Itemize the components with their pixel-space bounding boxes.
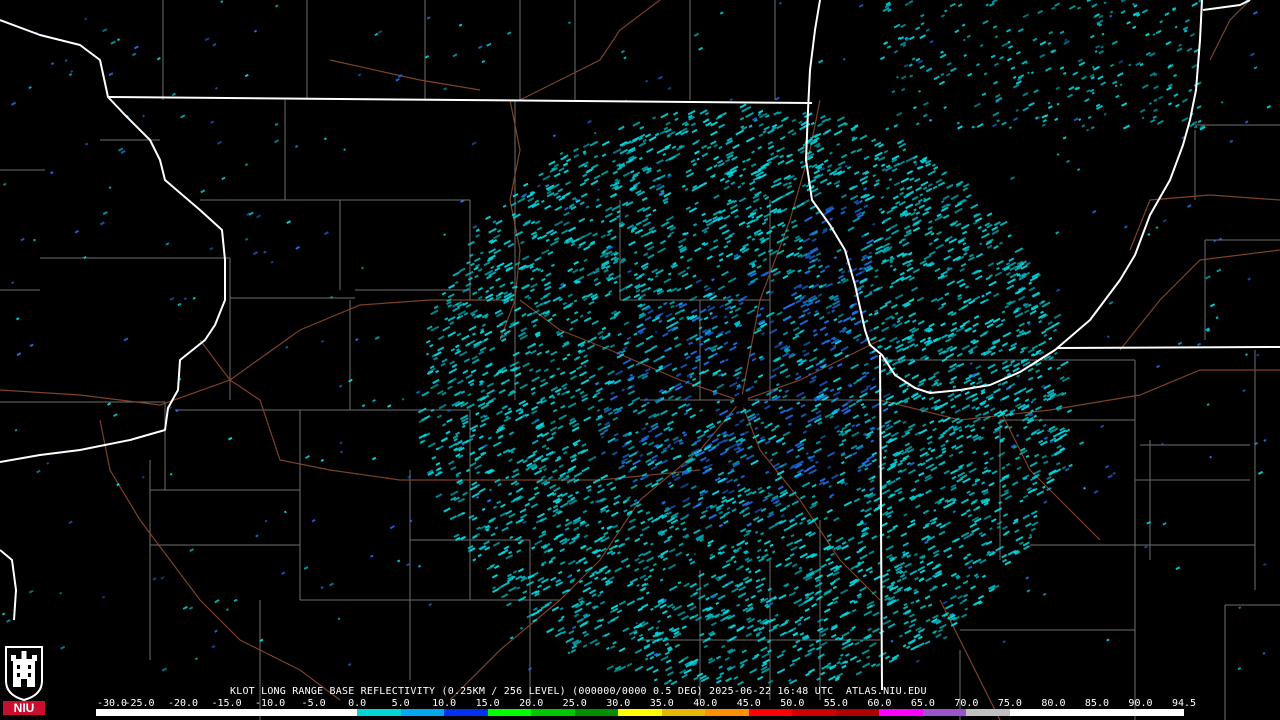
legend-tick-label: 10.0: [432, 698, 457, 709]
niu-castle-shield-icon: [5, 646, 43, 702]
legend-tick-label: 30.0: [606, 698, 631, 709]
legend-tick-label: 60.0: [867, 698, 892, 709]
legend-color-segment: [531, 709, 575, 716]
legend-color-segment: [792, 709, 836, 716]
legend-tick-label: 45.0: [736, 698, 761, 709]
legend-tick-label: 55.0: [823, 698, 848, 709]
legend-colorbar: [96, 709, 1184, 716]
product-caption: KLOT LONG RANGE BASE REFLECTIVITY (0.25K…: [230, 686, 927, 697]
legend-color-segment: [1096, 709, 1141, 716]
legend-color-segment: [1009, 709, 1054, 716]
legend-tick-label: -15.0: [211, 698, 242, 709]
legend-tick-label: 40.0: [693, 698, 718, 709]
legend-tick-label: 50.0: [780, 698, 805, 709]
legend-color-segment: [879, 709, 923, 716]
mi-in-border: [1057, 346, 1280, 349]
legend-tick-label: 75.0: [997, 698, 1022, 709]
niu-logo: NIU: [3, 645, 45, 717]
legend-color-segment: [226, 709, 271, 716]
legend-color-segment: [357, 709, 401, 716]
legend-color-segment: [835, 709, 880, 716]
legend-color-segment: [139, 709, 184, 716]
niu-logo-text: NIU: [3, 701, 45, 715]
legend-color-segment: [313, 709, 358, 716]
legend-color-segment: [748, 709, 793, 716]
legend-tick-label: -25.0: [124, 698, 155, 709]
legend-color-segment: [966, 709, 1010, 716]
legend-ticks: -30.0 -25.0 -20.0 -15.0 -10.0 -5.0 0.0 5.0 10.0 1…: [96, 698, 1196, 709]
legend-color-segment: [1140, 709, 1184, 716]
legend-tick-label: -30.0: [96, 698, 128, 709]
legend-color-segment: [661, 709, 706, 716]
legend-tick-label: 90.0: [1128, 698, 1153, 709]
legend-tick-label: 5.0: [391, 698, 410, 709]
legend-color-segment: [574, 709, 619, 716]
legend-tick-label: 35.0: [649, 698, 674, 709]
legend-color-segment: [96, 709, 140, 716]
legend-tick-label: -20.0: [167, 698, 199, 709]
legend-tick-label: 80.0: [1041, 698, 1066, 709]
legend-color-segment: [487, 709, 532, 716]
legend-tick-label: 25.0: [562, 698, 587, 709]
legend-tick-label: 65.0: [910, 698, 935, 709]
legend-tick-label: 20.0: [519, 698, 544, 709]
legend-color-segment: [400, 709, 445, 716]
legend-color-segment: [922, 709, 967, 716]
legend-color-segment: [444, 709, 488, 716]
legend-color-segment: [1053, 709, 1097, 716]
legend-tick-label: 94.5: [1171, 698, 1197, 709]
radar-map: [0, 0, 1280, 720]
radar-site-marker: [734, 394, 748, 408]
legend-tick-label: -10.0: [255, 698, 286, 709]
legend-color-segment: [270, 709, 314, 716]
legend-tick-label: 85.0: [1084, 698, 1109, 709]
legend-color-segment: [183, 709, 227, 716]
legend-tick-label: 70.0: [954, 698, 979, 709]
legend-tick-label: 15.0: [475, 698, 500, 709]
legend-color-segment: [705, 709, 749, 716]
legend-color-segment: [618, 709, 662, 716]
legend-tick-label: -5.0: [301, 698, 326, 709]
legend-tick-label: 0.0: [348, 698, 367, 709]
